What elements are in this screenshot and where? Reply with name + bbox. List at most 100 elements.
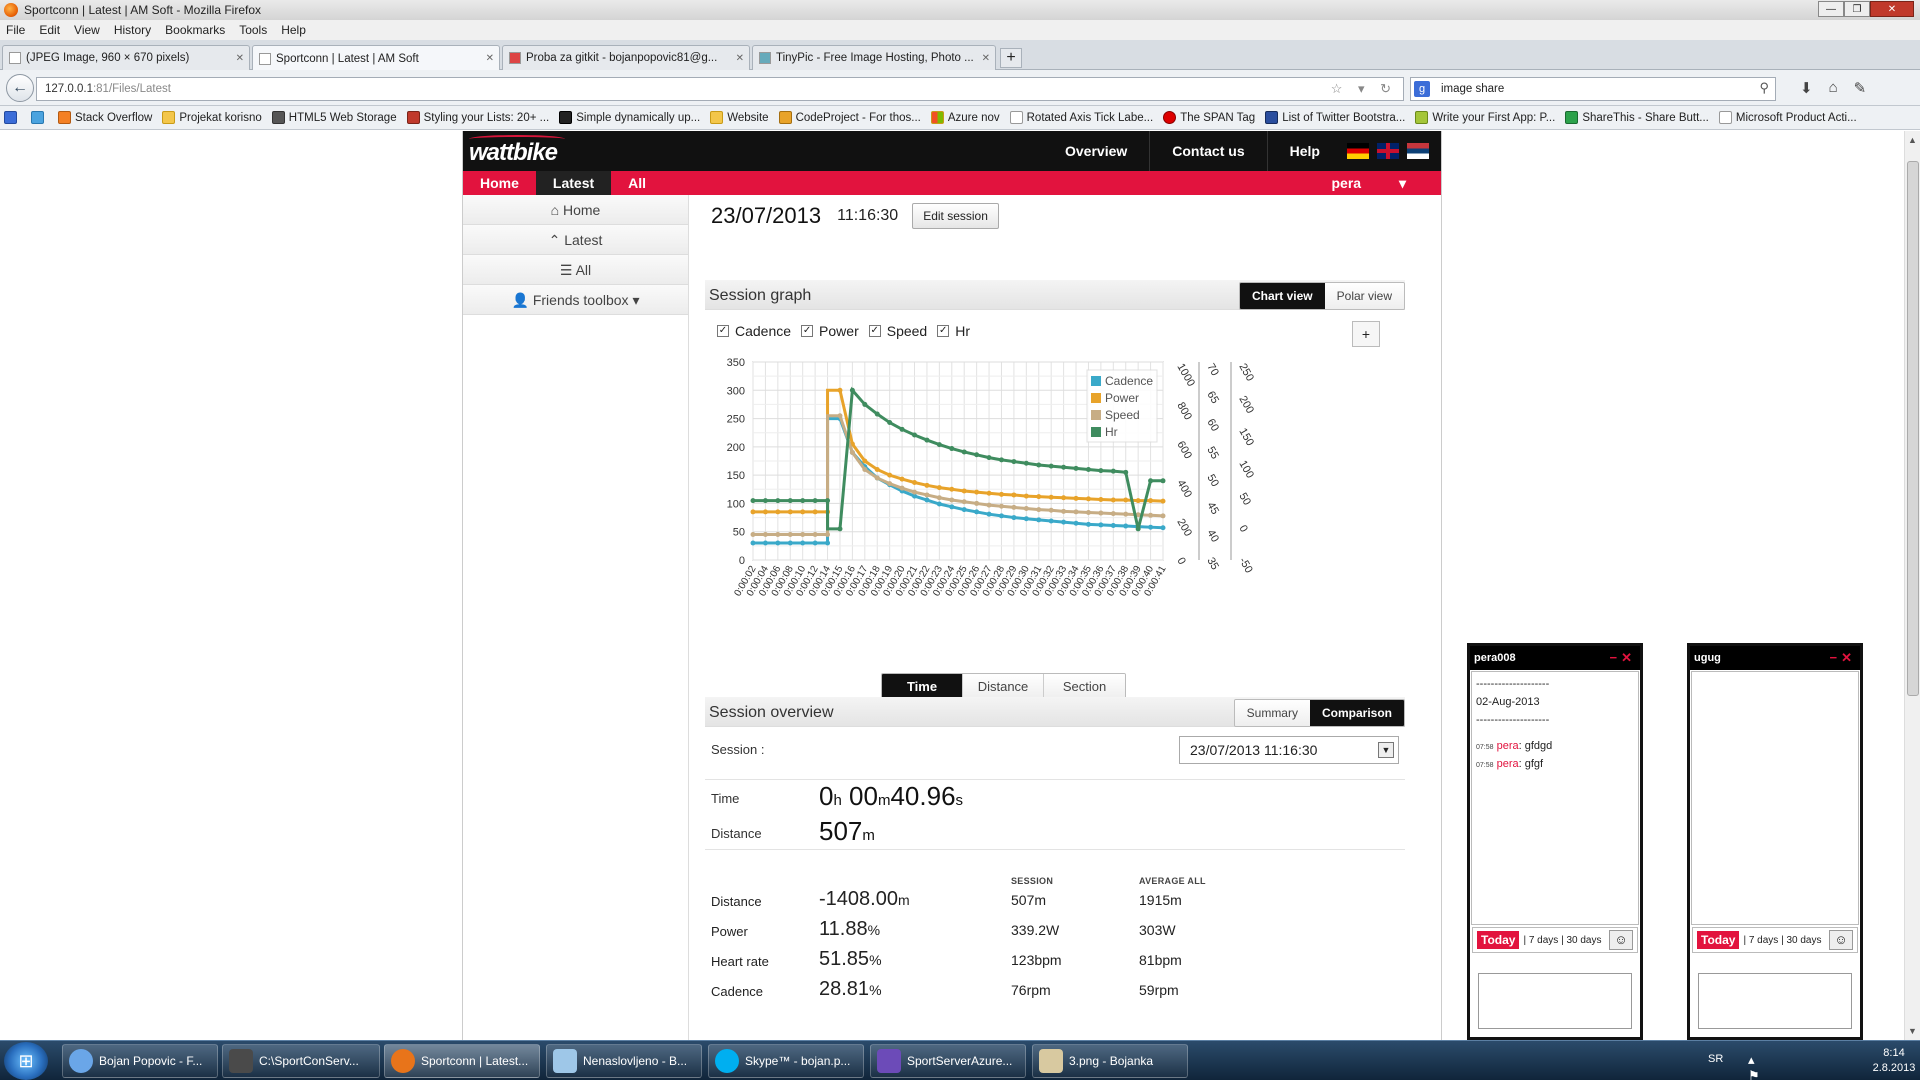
- speed-checkbox[interactable]: ✓ Speed: [868, 323, 927, 339]
- sidebar-item-latest[interactable]: ⌃ Latest: [463, 225, 688, 255]
- google-icon[interactable]: g: [1414, 81, 1430, 97]
- emoticon-button[interactable]: ☺: [1609, 930, 1633, 950]
- clock[interactable]: 8:14 2.8.2013: [1854, 1046, 1920, 1076]
- search-icon[interactable]: ⚲: [1759, 80, 1769, 96]
- bookmark-item[interactable]: Projekat korisno: [162, 111, 262, 124]
- menu-history[interactable]: History: [114, 23, 151, 37]
- subnav-latest[interactable]: Latest: [535, 171, 612, 195]
- bookmark-item[interactable]: Website: [710, 111, 769, 124]
- serbian-flag-icon[interactable]: [1407, 143, 1429, 159]
- browser-tab[interactable]: Proba za gitkit - bojanpopovic81@g... ✕: [502, 45, 750, 70]
- section-mode-button[interactable]: Section: [1044, 674, 1125, 699]
- menu-bookmarks[interactable]: Bookmarks: [165, 23, 225, 37]
- minimize-icon[interactable]: −: [1610, 650, 1622, 665]
- polar-view-button[interactable]: Polar view: [1324, 283, 1404, 309]
- scroll-down-icon[interactable]: ▼: [1908, 1026, 1917, 1036]
- bookmark-item[interactable]: HTML5 Web Storage: [271, 111, 397, 124]
- hr-checkbox[interactable]: ✓ Hr: [937, 323, 970, 339]
- subnav-all[interactable]: All: [611, 171, 663, 195]
- range-tabs[interactable]: | 7 days | 30 days: [1743, 935, 1821, 946]
- menu-edit[interactable]: Edit: [39, 23, 60, 37]
- search-input[interactable]: image share: [1441, 83, 1504, 95]
- bookmark-item[interactable]: [4, 111, 21, 124]
- sidebar-item-friends-toolbox[interactable]: 👤 Friends toolbox ▾: [463, 285, 688, 315]
- zoom-button[interactable]: +: [1352, 321, 1380, 347]
- tab-close-icon[interactable]: ✕: [736, 53, 744, 64]
- language-indicator[interactable]: SR: [1708, 1053, 1723, 1065]
- scroll-up-icon[interactable]: ▲: [1908, 135, 1917, 145]
- taskbar-item[interactable]: 3.png - Bojanka: [1032, 1044, 1188, 1078]
- nav-overview[interactable]: Overview: [1043, 131, 1151, 171]
- new-tab-button[interactable]: +: [1000, 48, 1022, 68]
- scrollbar-thumb[interactable]: [1907, 161, 1919, 696]
- tab-close-icon[interactable]: ✕: [236, 53, 244, 64]
- sidebar-item-all[interactable]: ☰ All: [463, 255, 688, 285]
- power-checkbox[interactable]: ✓ Power: [801, 323, 859, 339]
- comparison-button[interactable]: Comparison: [1309, 700, 1404, 726]
- addon-icon[interactable]: ✎: [1854, 79, 1867, 97]
- browser-tab-active[interactable]: Sportconn | Latest | AM Soft ✕: [252, 45, 500, 71]
- wattbike-logo[interactable]: wattbike: [469, 135, 565, 167]
- menu-file[interactable]: File: [6, 23, 25, 37]
- chat-input[interactable]: [1698, 973, 1852, 1029]
- bookmark-item[interactable]: Write your First App: P...: [1415, 111, 1555, 124]
- taskbar-item-active[interactable]: Sportconn | Latest...: [384, 1044, 540, 1078]
- menu-view[interactable]: View: [74, 23, 100, 37]
- cadence-checkbox[interactable]: ✓ Cadence: [717, 323, 791, 339]
- bookmark-item[interactable]: Rotated Axis Tick Labe...: [1009, 111, 1153, 124]
- distance-mode-button[interactable]: Distance: [963, 674, 1044, 699]
- bookmark-item[interactable]: Simple dynamically up...: [559, 111, 700, 124]
- sidebar-item-home[interactable]: ⌂ Home: [463, 195, 688, 225]
- bookmark-item[interactable]: Styling your Lists: 20+ ...: [406, 111, 549, 124]
- user-menu[interactable]: pera ▾: [1315, 171, 1424, 195]
- edit-session-button[interactable]: Edit session: [912, 203, 999, 229]
- bookmark-item[interactable]: ShareThis - Share Butt...: [1565, 111, 1709, 124]
- tab-close-icon[interactable]: ✕: [982, 53, 990, 64]
- bookmark-item[interactable]: [31, 111, 48, 124]
- uk-flag-icon[interactable]: [1377, 143, 1399, 159]
- search-bar[interactable]: g image share ⚲: [1410, 77, 1776, 101]
- bookmark-item[interactable]: Azure nov: [930, 111, 1000, 124]
- maximize-button[interactable]: ❐: [1844, 1, 1870, 17]
- taskbar-item[interactable]: SportServerAzure...: [870, 1044, 1026, 1078]
- address-bar[interactable]: 127.0.0.1:81/Files/Latest ☆ ▾ ↻: [36, 77, 1404, 101]
- start-button[interactable]: ⊞: [4, 1042, 48, 1080]
- close-icon[interactable]: ✕: [1621, 650, 1636, 665]
- bookmark-item[interactable]: Stack Overflow: [58, 111, 152, 124]
- range-tabs[interactable]: | 7 days | 30 days: [1523, 935, 1601, 946]
- taskbar-item[interactable]: Bojan Popovic - F...: [62, 1044, 218, 1078]
- download-icon[interactable]: ⬇: [1800, 79, 1813, 97]
- session-select[interactable]: 23/07/2013 11:16:30 ▼: [1179, 736, 1399, 764]
- today-tab[interactable]: Today: [1477, 931, 1520, 949]
- bookmark-item[interactable]: Microsoft Product Acti...: [1718, 111, 1857, 124]
- menu-tools[interactable]: Tools: [239, 23, 267, 37]
- chat-input[interactable]: [1478, 973, 1632, 1029]
- minimize-icon[interactable]: −: [1830, 650, 1842, 665]
- nav-contact-us[interactable]: Contact us: [1150, 131, 1268, 171]
- summary-button[interactable]: Summary: [1234, 700, 1310, 726]
- bookmark-star-icon[interactable]: ☆ ▾ ↻: [1331, 81, 1397, 97]
- taskbar-item[interactable]: C:\SportConServ...: [222, 1044, 380, 1078]
- subnav-home[interactable]: Home: [463, 171, 536, 195]
- browser-tab[interactable]: TinyPic - Free Image Hosting, Photo ... …: [752, 45, 996, 70]
- taskbar-item[interactable]: Skype™ - bojan.p...: [708, 1044, 864, 1078]
- close-icon[interactable]: ✕: [1841, 650, 1856, 665]
- tab-close-icon[interactable]: ✕: [486, 53, 494, 64]
- nav-help[interactable]: Help: [1268, 131, 1342, 171]
- time-mode-button[interactable]: Time: [882, 674, 963, 699]
- today-tab[interactable]: Today: [1697, 931, 1740, 949]
- back-button[interactable]: ←: [6, 74, 34, 102]
- menu-help[interactable]: Help: [281, 23, 306, 37]
- bookmark-item[interactable]: List of Twitter Bootstra...: [1265, 111, 1405, 124]
- emoticon-button[interactable]: ☺: [1829, 930, 1853, 950]
- home-icon[interactable]: ⌂: [1829, 79, 1838, 97]
- close-window-button[interactable]: ✕: [1870, 1, 1914, 17]
- dropdown-arrow-icon[interactable]: ▼: [1378, 742, 1394, 758]
- bookmark-item[interactable]: CodeProject - For thos...: [778, 111, 921, 124]
- taskbar-item[interactable]: Nenaslovljeno - B...: [546, 1044, 702, 1078]
- minimize-button[interactable]: —: [1818, 1, 1844, 17]
- chart-view-button[interactable]: Chart view: [1239, 283, 1325, 309]
- page-scrollbar[interactable]: ▲ ▼: [1904, 131, 1920, 1040]
- tray-icons[interactable]: ▴ ⚑ ▭ ♪: [1748, 1052, 1766, 1080]
- browser-tab[interactable]: (JPEG Image, 960 × 670 pixels) ✕: [2, 45, 250, 70]
